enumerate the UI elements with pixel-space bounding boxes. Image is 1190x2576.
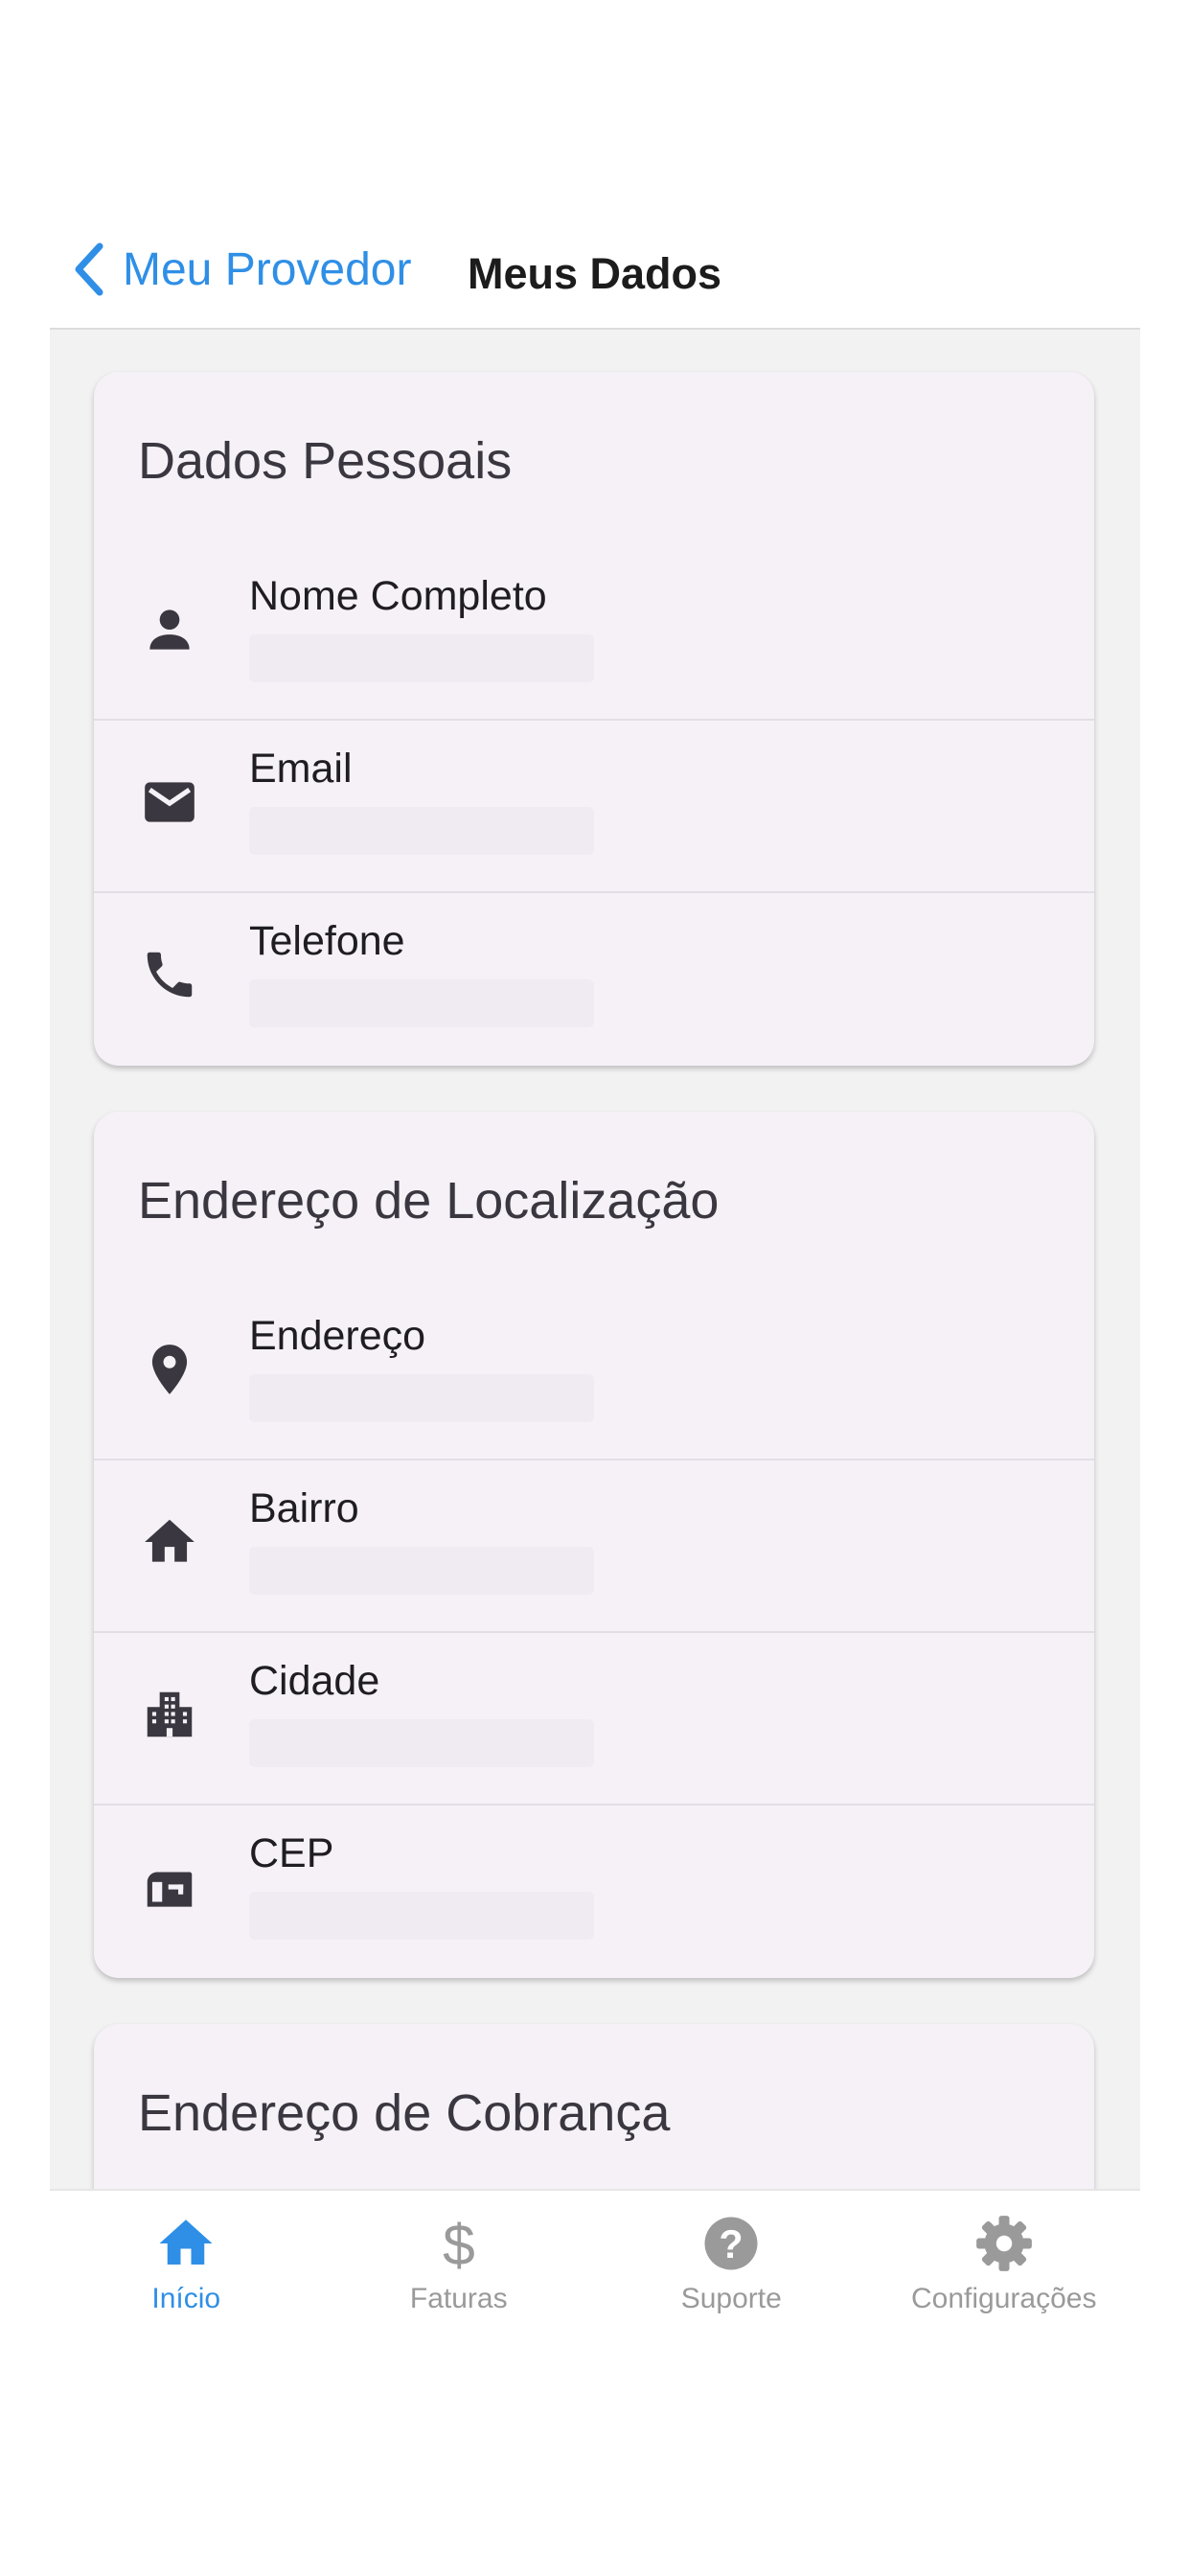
location-address-card: Endereço de Localização Endereço Bairro (94, 1112, 1094, 1978)
field-value (249, 1719, 594, 1767)
gear-icon (975, 2216, 1032, 2271)
field-label: Email (249, 746, 353, 792)
field-value (249, 1547, 594, 1595)
tab-inicio[interactable]: Início (50, 2191, 323, 2325)
personal-data-card: Dados Pessoais Nome Completo Email Telef… (94, 372, 1094, 1066)
bottom-tab-bar: Início $ Faturas ? Suporte Configurações (50, 2189, 1140, 2325)
tab-faturas[interactable]: $ Faturas (323, 2191, 596, 2325)
tab-label: Suporte (680, 2283, 782, 2314)
field-label: CEP (249, 1830, 334, 1876)
field-label: Endereço (249, 1313, 426, 1359)
help-icon: ? (704, 2217, 758, 2270)
field-row-full-name[interactable]: Nome Completo (94, 546, 1094, 721)
field-row-neighborhood[interactable]: Bairro (94, 1459, 1094, 1633)
app-screen: Meu Provedor Meus Dados Dados Pessoais N… (50, 0, 1140, 2576)
location-pin-icon (140, 1340, 199, 1399)
mail-icon (140, 772, 199, 832)
field-value (249, 1892, 594, 1940)
svg-text:?: ? (720, 2222, 744, 2266)
person-icon (140, 600, 199, 659)
dollar-icon: $ (443, 2212, 475, 2275)
tab-configuracoes[interactable]: Configurações (868, 2191, 1141, 2325)
field-row-email[interactable]: Email (94, 719, 1094, 893)
field-row-zipcode[interactable]: CEP (94, 1804, 1094, 1976)
home-icon (159, 2220, 213, 2265)
field-label: Nome Completo (249, 573, 547, 619)
tab-suporte[interactable]: ? Suporte (595, 2191, 868, 2325)
field-label: Bairro (249, 1485, 359, 1531)
chevron-left-icon (75, 242, 103, 296)
field-label: Telefone (249, 918, 405, 964)
field-row-address[interactable]: Endereço (94, 1286, 1094, 1460)
svg-text:$: $ (443, 2212, 475, 2275)
field-value (249, 979, 594, 1027)
card-title: Dados Pessoais (138, 432, 513, 490)
field-value (249, 634, 594, 682)
navigation-header: Meu Provedor Meus Dados (50, 211, 1140, 330)
back-button[interactable]: Meu Provedor (71, 238, 411, 301)
back-label: Meu Provedor (123, 243, 412, 295)
field-row-city[interactable]: Cidade (94, 1631, 1094, 1806)
card-title: Endereço de Cobrança (138, 2084, 671, 2142)
city-icon (140, 1685, 199, 1744)
phone-icon (140, 945, 199, 1004)
tab-label: Faturas (409, 2283, 508, 2314)
mailbox-icon (140, 1857, 199, 1917)
field-value (249, 807, 594, 855)
field-row-phone[interactable]: Telefone (94, 891, 1094, 1064)
home-icon (140, 1512, 199, 1572)
page-title: Meus Dados (468, 249, 722, 298)
content-scroll-area[interactable]: Dados Pessoais Nome Completo Email Telef… (50, 330, 1140, 2189)
tab-label: Início (151, 2283, 221, 2314)
billing-address-card: Endereço de Cobrança (94, 2024, 1094, 2189)
field-value (249, 1374, 594, 1422)
field-label: Cidade (249, 1658, 380, 1704)
card-title: Endereço de Localização (138, 1172, 720, 1230)
tab-label: Configurações (911, 2283, 1097, 2314)
